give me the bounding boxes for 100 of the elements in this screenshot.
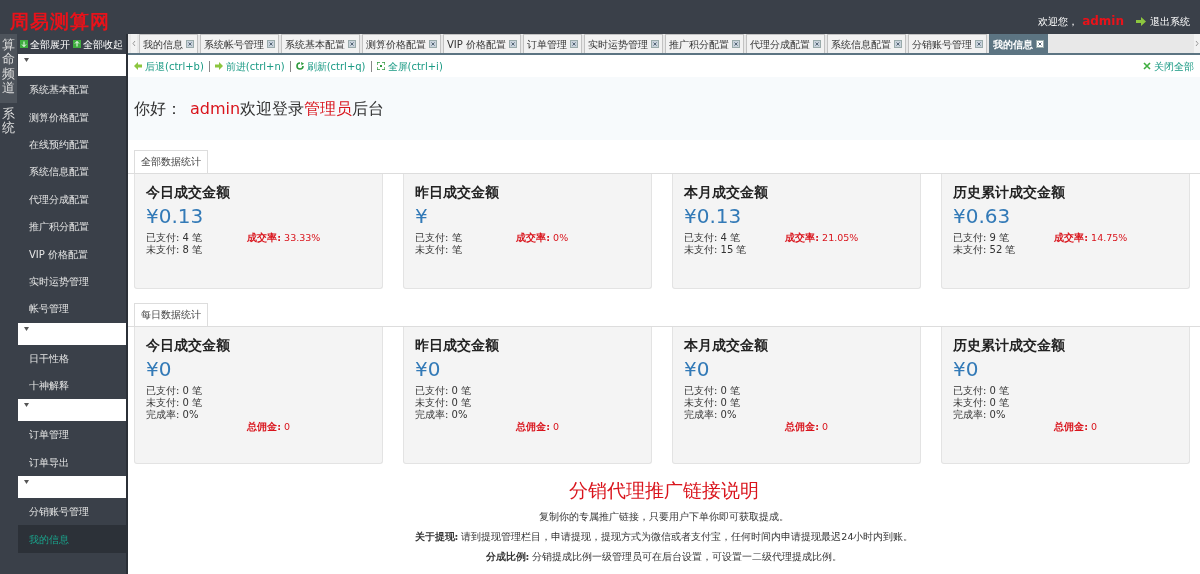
rate-text: 总佣金: 0 (1054, 420, 1099, 433)
close-icon[interactable] (1036, 40, 1044, 48)
sidebar-item[interactable]: 十神解释 (18, 371, 126, 400)
rate-text: 成交率: 0% (516, 231, 570, 244)
group-header[interactable] (18, 476, 126, 499)
amount-value: ¥0 (146, 355, 173, 383)
toolbar-link[interactable]: 刷新(ctrl+q) (295, 58, 366, 74)
close-icon[interactable] (267, 40, 275, 48)
sidebar-item[interactable]: 代理分成配置 (18, 185, 126, 213)
amount-value: ¥0.13 (146, 202, 205, 230)
sidebar-item[interactable]: 帐号管理 (18, 295, 126, 323)
card-title: 今日成交金额 (146, 184, 231, 202)
stat-text: 已支付: 笔 (415, 231, 463, 244)
card-title: 今日成交金额 (146, 337, 231, 355)
explanation-title: 分销代理推广链接说明 (568, 478, 760, 503)
tab[interactable]: 测算价格配置 (362, 34, 441, 53)
sidebar-tool-link[interactable]: 全部展开 (20, 36, 70, 52)
sidebar-item[interactable]: 订单导出 (18, 448, 126, 477)
stat-text: 完成率: 0% (953, 408, 1007, 421)
section-tab[interactable]: 全部数据统计 (134, 150, 208, 173)
close-icon[interactable] (348, 40, 356, 48)
sidebar-item[interactable]: VIP 价格配置 (18, 240, 126, 268)
group-header[interactable] (18, 399, 126, 422)
group-header[interactable] (18, 322, 126, 345)
card-title: 昨日成交金额 (415, 337, 500, 355)
tab[interactable]: 实时运势管理 (584, 34, 663, 53)
close-icon[interactable] (813, 40, 821, 48)
stat-text: 已支付: 0 笔 (684, 384, 742, 397)
tab[interactable]: 代理分成配置 (746, 34, 825, 53)
stat-text: 已支付: 4 笔 (146, 231, 204, 244)
sidebar-item[interactable]: 在线预约配置 (18, 130, 126, 159)
sidebar-item[interactable]: 系统基本配置 (18, 76, 126, 104)
toolbar-link[interactable]: 全屏(ctrl+i) (376, 58, 443, 74)
tab[interactable]: 系统基本配置 (281, 34, 360, 53)
close-icon[interactable] (975, 40, 983, 48)
sidebar-item[interactable]: 订单管理 (18, 421, 126, 449)
toolbar-link[interactable]: 前进(ctrl+n) (214, 58, 285, 74)
sidebar-item[interactable]: 分销账号管理 (18, 498, 126, 526)
tab[interactable]: 我的信息 (989, 34, 1048, 53)
stat-text: 未支付: 0 笔 (953, 396, 1011, 409)
stat-text: 未支付: 15 笔 (684, 243, 748, 256)
tab[interactable]: 我的信息 (139, 34, 198, 53)
sidebar-tool-link[interactable]: 全部收起 (73, 36, 123, 52)
tab[interactable]: 系统信息配置 (827, 34, 906, 53)
rate-text: 总佣金: 0 (516, 420, 561, 433)
sidebar-item[interactable]: 日干性格 (18, 344, 126, 372)
toolbar-link[interactable]: 后退(ctrl+b) (134, 58, 204, 74)
collapse-icon (73, 40, 81, 48)
sidebar-item[interactable]: 我的信息 (18, 525, 126, 553)
close-icon[interactable] (509, 40, 517, 48)
tab[interactable]: 订单管理 (523, 34, 582, 53)
arrow-left-icon (134, 62, 142, 70)
close-icon[interactable] (186, 40, 194, 48)
rate-text: 总佣金: 0 (785, 420, 830, 433)
amount-value: ¥0.63 (953, 202, 1012, 230)
close-icon (1143, 62, 1151, 70)
close-icon[interactable] (651, 40, 659, 48)
arrow-right-icon (214, 62, 223, 70)
user-name: admin (1082, 13, 1124, 30)
close-icon[interactable] (570, 40, 578, 48)
greeting-text: 你好： admin欢迎登录管理员后台 (134, 97, 385, 120)
caret-icon (24, 326, 29, 331)
stat-text: 已支付: 0 笔 (146, 384, 204, 397)
rate-text: 成交率: 33.33% (247, 231, 322, 244)
caret-icon (24, 403, 29, 408)
amount-value: ¥0.13 (684, 202, 743, 230)
stat-text: 未支付: 0 笔 (684, 396, 742, 409)
close-icon[interactable] (732, 40, 740, 48)
site-logo: 周易测算网 (10, 9, 110, 34)
explanation-text: 分成比例: 分销提成比例一级管理员可在后台设置，可设置一二级代理提成比例。 (484, 550, 844, 563)
card-title: 本月成交金额 (684, 184, 769, 202)
stat-text: 未支付: 52 笔 (953, 243, 1017, 256)
stat-text: 已支付: 9 笔 (953, 231, 1011, 244)
explanation-text: 复制你的专属推广链接，只要用户下单你即可获取提成。 (538, 510, 790, 523)
section-tab[interactable]: 每日数据统计 (134, 303, 208, 326)
amount-value: ¥ (415, 202, 429, 230)
logout-link[interactable]: 退出系统 (1136, 13, 1190, 29)
rate-text: 成交率: 14.75% (1054, 231, 1129, 244)
stat-text: 已支付: 0 笔 (953, 384, 1011, 397)
channel-tab[interactable]: 算命频道 (0, 34, 17, 104)
sidebar-item[interactable]: 推广积分配置 (18, 212, 126, 241)
card-title: 本月成交金额 (684, 337, 769, 355)
refresh-icon (295, 62, 304, 70)
tab[interactable]: 分销账号管理 (908, 34, 987, 53)
channel-tab[interactable]: 系统 (0, 103, 17, 144)
close-icon[interactable] (894, 40, 902, 48)
sidebar-item[interactable]: 测算价格配置 (18, 103, 126, 131)
tab[interactable]: 系统帐号管理 (200, 34, 279, 53)
fullscreen-icon (376, 62, 385, 70)
stat-text: 未支付: 0 笔 (415, 396, 473, 409)
close-all-link[interactable]: 关闭全部 (1143, 58, 1194, 74)
tab[interactable]: VIP 价格配置 (443, 34, 521, 53)
arrow-icon (1136, 16, 1146, 26)
stat-text: 已支付: 0 笔 (415, 384, 473, 397)
card-title: 历史累计成交金额 (953, 337, 1066, 355)
sidebar-item[interactable]: 系统信息配置 (18, 158, 126, 186)
close-icon[interactable] (429, 40, 437, 48)
sidebar-item[interactable]: 实时运势管理 (18, 267, 126, 296)
amount-value: ¥0 (953, 355, 980, 383)
tab[interactable]: 推广积分配置 (665, 34, 744, 53)
